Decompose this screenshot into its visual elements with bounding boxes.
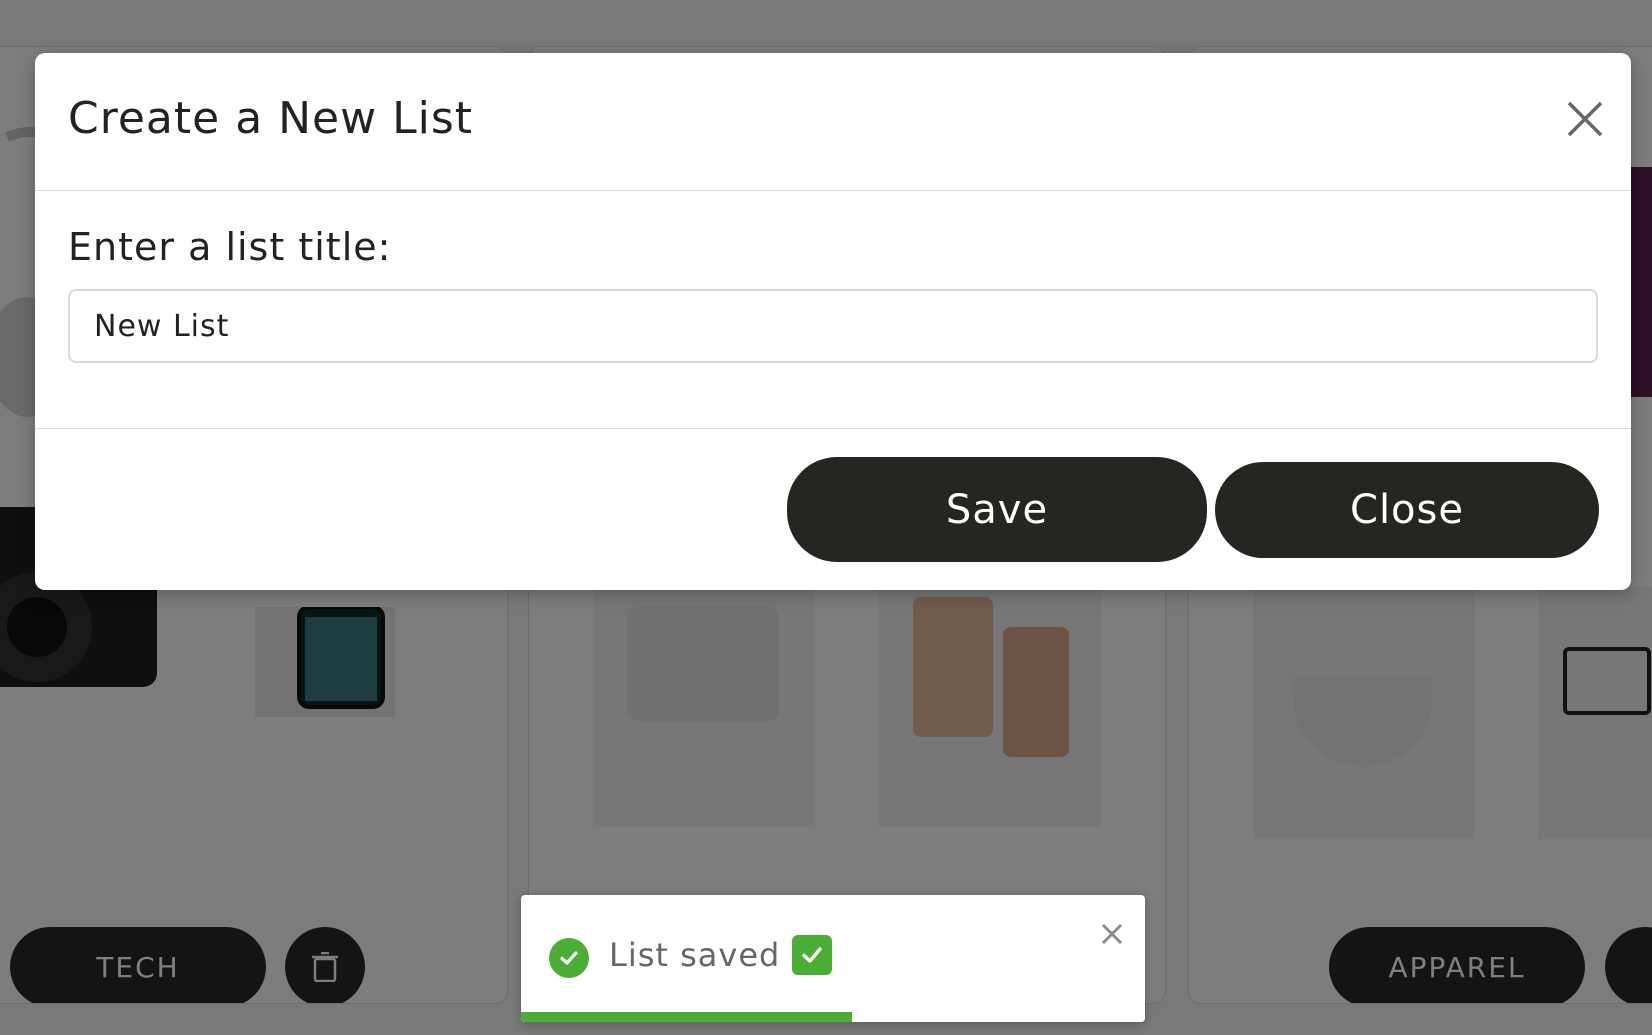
toast-notification: List saved xyxy=(521,895,1145,1022)
modal-title: Create a New List xyxy=(68,93,474,144)
toast-close-button[interactable] xyxy=(1101,923,1123,945)
modal-close-button[interactable] xyxy=(1565,99,1605,139)
modal-footer: Save Close xyxy=(35,428,1631,591)
toast-message: List saved xyxy=(609,936,781,974)
close-icon xyxy=(1567,101,1603,137)
check-circle-icon xyxy=(549,938,589,978)
close-button[interactable]: Close xyxy=(1215,462,1599,558)
toast-message-row: List saved xyxy=(609,935,833,975)
list-title-label: Enter a list title: xyxy=(68,225,392,269)
close-icon xyxy=(1101,923,1123,945)
save-button[interactable]: Save xyxy=(787,457,1207,562)
toast-progress-bar xyxy=(521,1012,852,1022)
list-title-input[interactable] xyxy=(68,289,1598,363)
check-mark-emoji-icon xyxy=(792,935,833,975)
create-list-modal: Create a New List Enter a list title: Sa… xyxy=(35,53,1631,590)
modal-header: Create a New List xyxy=(35,53,1631,191)
toast-progress-track xyxy=(521,1012,1145,1022)
